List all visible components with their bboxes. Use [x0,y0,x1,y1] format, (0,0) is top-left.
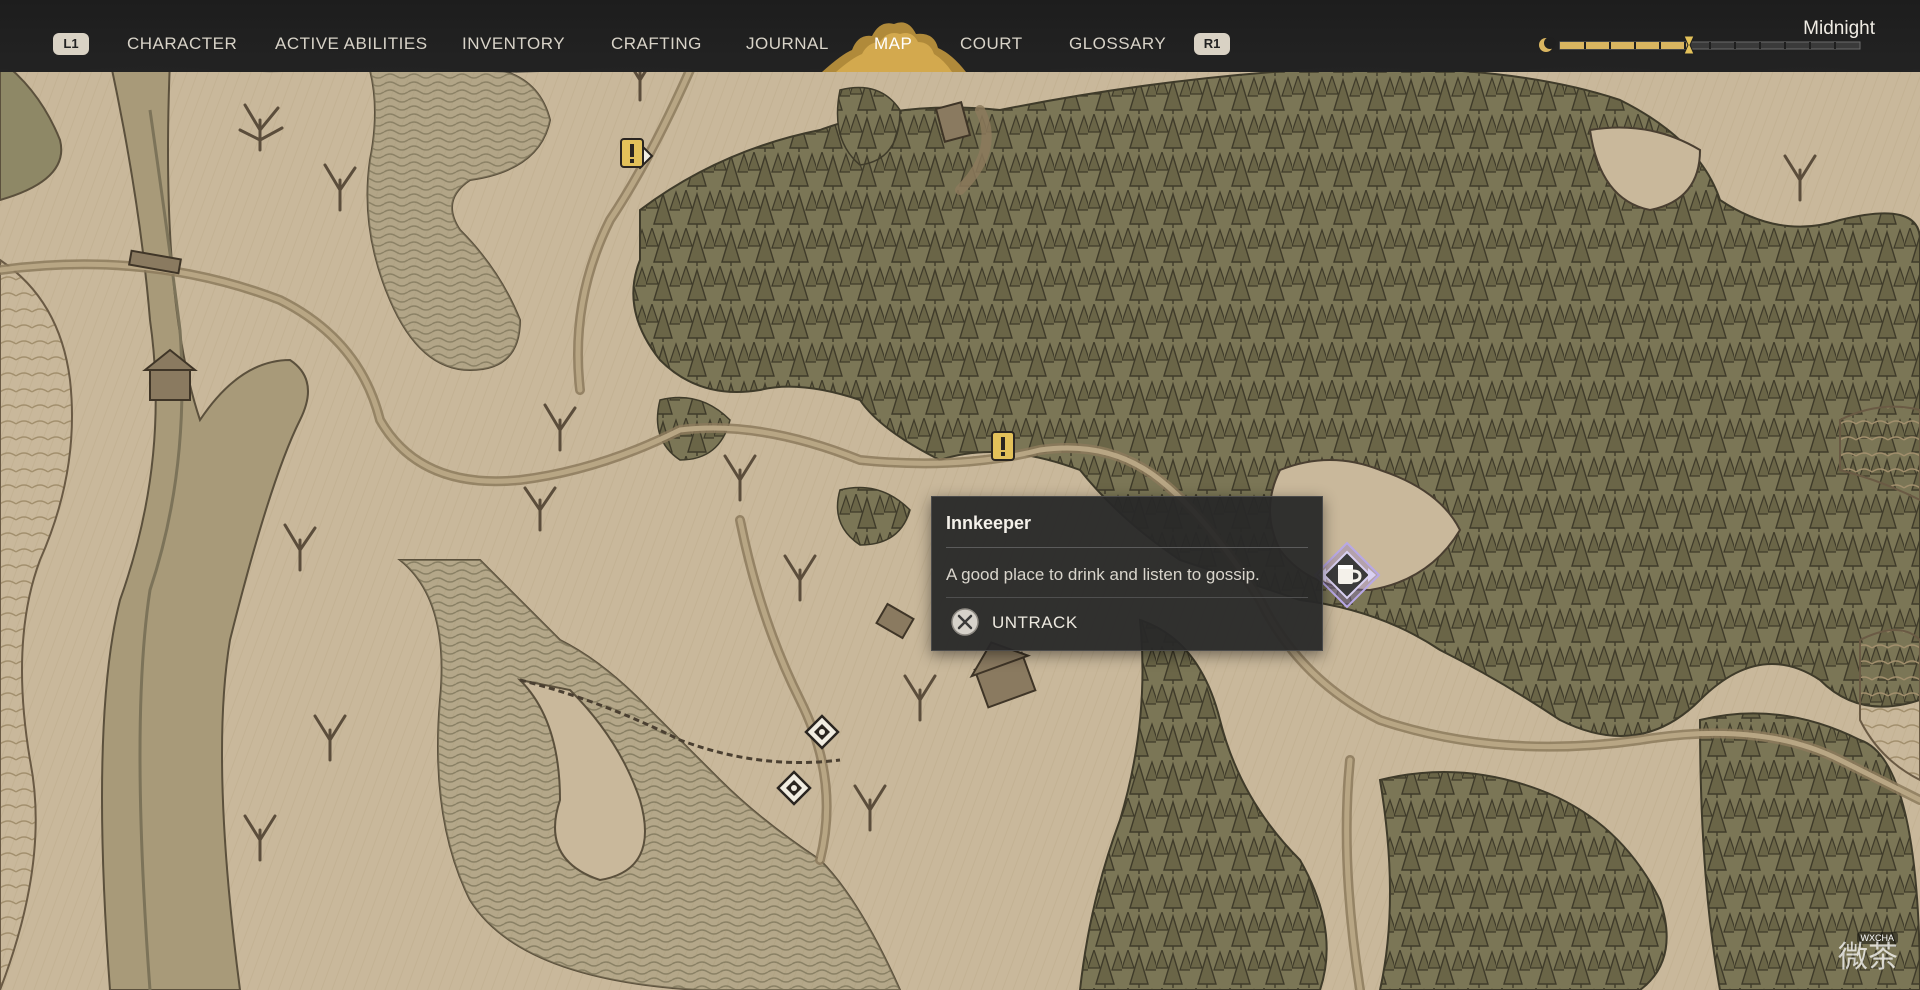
tab-journal[interactable]: JOURNAL [746,34,829,54]
main-tabs: L1 CHARACTER ACTIVE ABILITIES INVENTORY … [0,0,1300,72]
tab-crafting[interactable]: CRAFTING [611,34,702,54]
r1-button[interactable]: R1 [1194,33,1230,55]
untrack-label: UNTRACK [992,613,1078,632]
tab-map[interactable]: MAP [874,34,912,54]
time-of-day-bar [1539,35,1861,55]
tooltip-divider [946,547,1308,548]
watermark: 微茶 [1838,940,1898,975]
tooltip-title: Innkeeper [946,513,1032,533]
untrack-button[interactable]: UNTRACK [950,607,1170,639]
top-navigation-bar: L1 CHARACTER ACTIVE ABILITIES INVENTORY … [0,0,1920,73]
tab-court[interactable]: COURT [960,34,1023,54]
tab-character[interactable]: CHARACTER [127,34,237,54]
tooltip-description: A good place to drink and listen to goss… [946,565,1260,584]
l1-button[interactable]: L1 [53,33,89,55]
exclamation-icon [991,431,1015,461]
quest-marker[interactable] [990,430,1016,462]
tab-inventory[interactable]: INVENTORY [462,34,565,54]
quest-marker[interactable] [618,136,656,176]
tooltip-divider [946,597,1308,598]
diamond-icon [776,770,812,806]
world-map[interactable] [0,0,1920,990]
moon-icon [1539,37,1556,52]
exclamation-icon [620,138,654,170]
diamond-icon [804,714,840,750]
location-tooltip: Innkeeper A good place to drink and list… [931,496,1323,651]
time-progress-fill [1560,42,1689,49]
point-of-interest-marker[interactable] [804,714,840,750]
tab-glossary[interactable]: GLOSSARY [1069,34,1166,54]
tab-active-abilities[interactable]: ACTIVE ABILITIES [275,34,428,54]
cross-button-icon [951,608,979,636]
point-of-interest-marker[interactable] [776,770,812,806]
